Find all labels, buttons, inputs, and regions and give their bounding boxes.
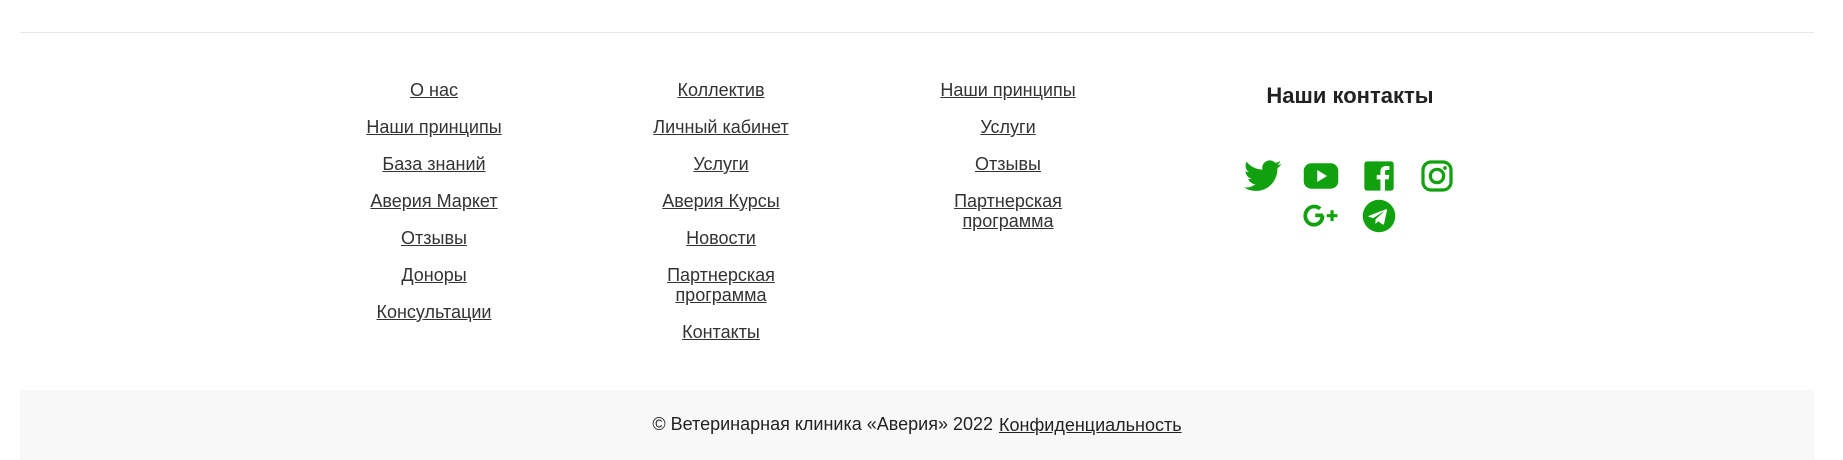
footer-link-services-2[interactable]: Услуги xyxy=(980,117,1035,137)
footer-link-principles-2[interactable]: Наши принципы xyxy=(940,80,1075,100)
footer-link-consultations[interactable]: Консультации xyxy=(377,302,492,322)
footer-link-courses[interactable]: Аверия Курсы xyxy=(662,191,779,211)
privacy-link[interactable]: Конфиденциальность xyxy=(999,415,1182,436)
telegram-icon[interactable] xyxy=(1360,198,1398,234)
contacts-block: Наши контакты xyxy=(1230,83,1470,234)
footer-nav-column-1: О нас Наши принципы База знаний Аверия М… xyxy=(334,80,534,339)
footer-link-reviews[interactable]: Отзывы xyxy=(401,228,467,248)
social-icons-row-1 xyxy=(1230,158,1470,194)
footer-nav-column-2: Коллектив Личный кабинет Услуги Аверия К… xyxy=(621,80,821,359)
footer-link-donors[interactable]: Доноры xyxy=(401,265,466,285)
footer-nav-column-3: Наши принципы Услуги Отзывы Партнерская … xyxy=(908,80,1108,248)
footer-link-news[interactable]: Новости xyxy=(686,228,756,248)
bottom-bar: © Ветеринарная клиника «Аверия» 2022 Кон… xyxy=(20,390,1814,460)
top-divider xyxy=(20,32,1814,33)
instagram-icon[interactable] xyxy=(1418,158,1456,194)
google-plus-icon[interactable] xyxy=(1302,198,1340,234)
contacts-title: Наши контакты xyxy=(1266,83,1434,108)
footer-link-market[interactable]: Аверия Маркет xyxy=(370,191,497,211)
social-icons-row-2 xyxy=(1230,198,1470,234)
youtube-icon[interactable] xyxy=(1302,158,1340,194)
footer-link-account[interactable]: Личный кабинет xyxy=(653,117,788,137)
footer-link-about[interactable]: О нас xyxy=(410,80,458,100)
copyright-text: © Ветеринарная клиника «Аверия» 2022 xyxy=(652,413,994,434)
footer-link-services[interactable]: Услуги xyxy=(693,154,748,174)
footer-link-partner-program[interactable]: Партнерская программа xyxy=(661,265,781,305)
facebook-icon[interactable] xyxy=(1360,158,1398,194)
footer-link-principles[interactable]: Наши принципы xyxy=(366,117,501,137)
footer-link-team[interactable]: Коллектив xyxy=(677,80,764,100)
twitter-icon[interactable] xyxy=(1244,158,1282,194)
footer-link-knowledge-base[interactable]: База знаний xyxy=(382,154,485,174)
footer-page: О нас Наши принципы База знаний Аверия М… xyxy=(0,0,1843,460)
footer-link-partner-program-2[interactable]: Партнерская программа xyxy=(948,191,1068,231)
footer-link-contacts[interactable]: Контакты xyxy=(682,322,760,342)
footer-link-reviews-2[interactable]: Отзывы xyxy=(975,154,1041,174)
